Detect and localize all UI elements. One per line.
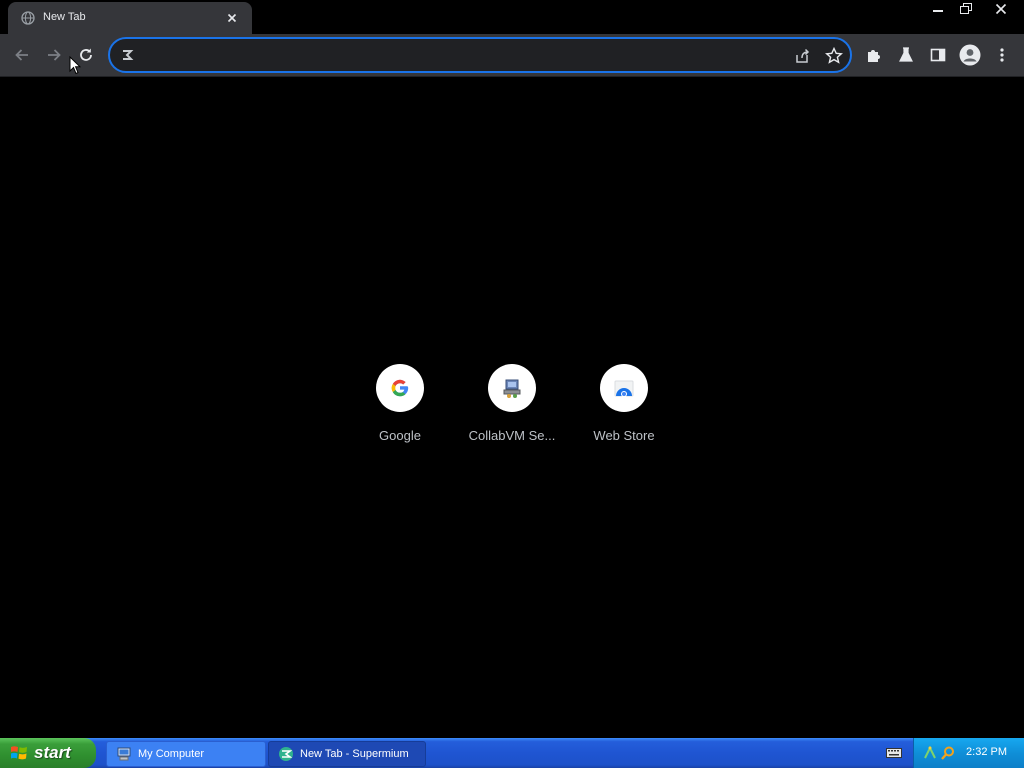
address-bar[interactable] bbox=[108, 37, 852, 73]
shortcut-label: CollabVM Se... bbox=[468, 428, 556, 443]
taskbar-item-my-computer[interactable]: My Computer bbox=[106, 741, 266, 767]
tab-new-tab[interactable]: New Tab bbox=[8, 2, 252, 34]
puzzle-piece-icon bbox=[868, 50, 880, 62]
profile-button[interactable] bbox=[958, 43, 982, 67]
taskbar-item-label: My Computer bbox=[138, 748, 205, 760]
address-input[interactable] bbox=[140, 46, 784, 66]
collabvm-icon bbox=[503, 379, 521, 398]
more-vertical-icon bbox=[1000, 48, 1004, 62]
web-store-icon bbox=[614, 380, 634, 397]
shortcut-icon-wrapper bbox=[376, 364, 424, 412]
taskbar-item-new-tab-supermium[interactable]: New Tab - Supermium bbox=[268, 741, 426, 767]
taskbar: start My Computer New Tab - Supermium 2:… bbox=[0, 738, 1024, 768]
shortcut-collabvm[interactable]: CollabVM Se... bbox=[456, 364, 568, 443]
window-controls bbox=[926, 0, 1024, 20]
shortcut-web-store[interactable]: Web Store bbox=[568, 364, 680, 443]
arrow-left-icon bbox=[15, 49, 28, 61]
menu-button[interactable] bbox=[992, 45, 1012, 65]
supermium-logo-icon bbox=[123, 50, 134, 60]
supermium-icon bbox=[279, 747, 293, 761]
shortcut-label: Google bbox=[379, 428, 421, 443]
restore-icon bbox=[960, 3, 972, 14]
avatar-icon bbox=[959, 44, 981, 66]
labs-button[interactable] bbox=[896, 45, 916, 65]
bookmark-star-icon[interactable] bbox=[824, 46, 844, 66]
keyboard-icon[interactable] bbox=[886, 747, 902, 759]
arrow-right-icon bbox=[48, 49, 61, 61]
windows-logo-icon bbox=[11, 746, 27, 760]
close-icon bbox=[995, 3, 1007, 15]
side-panel-button[interactable] bbox=[928, 45, 948, 65]
back-button[interactable] bbox=[12, 45, 32, 65]
start-button[interactable]: start bbox=[0, 738, 96, 768]
my-computer-icon bbox=[117, 747, 131, 761]
flask-icon bbox=[899, 47, 913, 62]
mouse-cursor-icon bbox=[69, 56, 81, 75]
share-icon[interactable] bbox=[792, 46, 812, 66]
browser-toolbar bbox=[0, 34, 1024, 77]
shortcut-label: Web Store bbox=[593, 428, 655, 443]
start-label: start bbox=[34, 743, 71, 762]
minimize-icon bbox=[933, 10, 943, 12]
google-g-icon bbox=[391, 379, 409, 397]
shortcut-tiles: Google CollabVM Se... Web Store bbox=[344, 364, 680, 443]
globe-icon bbox=[21, 11, 35, 25]
taskbar-item-label: New Tab - Supermium bbox=[300, 748, 409, 760]
clock: 2:32 PM bbox=[966, 746, 1007, 758]
shortcut-google[interactable]: Google bbox=[344, 364, 456, 443]
minimize-button[interactable] bbox=[926, 0, 950, 18]
tab-strip: New Tab bbox=[0, 0, 1024, 34]
extensions-button[interactable] bbox=[864, 45, 884, 65]
shortcut-icon-wrapper bbox=[600, 364, 648, 412]
restore-button[interactable] bbox=[954, 0, 978, 18]
close-tab-icon[interactable] bbox=[224, 10, 240, 26]
tab-title: New Tab bbox=[43, 11, 86, 23]
system-tray: 2:32 PM bbox=[913, 738, 1024, 768]
forward-button[interactable] bbox=[44, 45, 64, 65]
side-panel-icon bbox=[930, 48, 946, 62]
close-window-button[interactable] bbox=[978, 0, 1024, 18]
search-icon[interactable] bbox=[940, 745, 956, 761]
network-icon[interactable] bbox=[922, 745, 938, 761]
shortcut-icon-wrapper bbox=[488, 364, 536, 412]
